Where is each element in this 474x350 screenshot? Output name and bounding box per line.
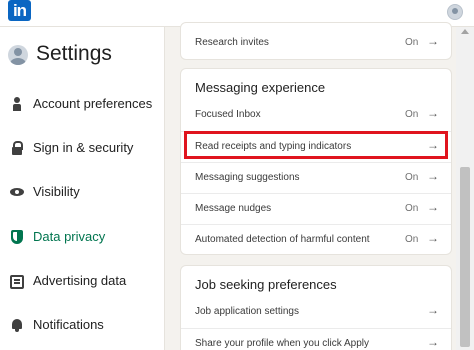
setting-label: Share your profile when you click Apply — [195, 338, 369, 349]
sidebar-item-advertising-data[interactable]: Advertising data — [0, 268, 164, 296]
arrow-right-icon: → — [427, 200, 439, 214]
sidebar-item-label: Sign in & security — [33, 140, 134, 155]
bell-icon — [10, 318, 24, 332]
messaging-experience-card: Messaging experience Focused Inbox On → … — [180, 68, 452, 255]
arrow-right-icon: → — [427, 335, 439, 349]
setting-label: Job application settings — [195, 306, 299, 317]
sidebar-item-sign-in-security[interactable]: Sign in & security — [0, 135, 164, 163]
setting-label: Automated detection of harmful content — [195, 234, 370, 245]
setting-status: On — [405, 203, 419, 214]
setting-label: Focused Inbox — [195, 109, 261, 120]
setting-status: On — [405, 109, 419, 120]
page-title: Settings — [36, 42, 112, 65]
setting-row-message-nudges[interactable]: Message nudges On → — [181, 193, 451, 224]
person-icon — [10, 97, 24, 111]
arrow-right-icon: → — [427, 106, 439, 120]
arrow-right-icon: → — [427, 169, 439, 183]
setting-label: Messaging suggestions — [195, 172, 300, 183]
setting-row-harmful-content-detection[interactable]: Automated detection of harmful content O… — [181, 224, 451, 255]
job-seeking-preferences-card: Job seeking preferences Job application … — [180, 265, 452, 350]
setting-label: Message nudges — [195, 203, 272, 214]
sidebar-item-visibility[interactable]: Visibility — [0, 179, 164, 207]
setting-row-focused-inbox[interactable]: Focused Inbox On → — [181, 100, 451, 131]
section-title: Job seeking preferences — [195, 277, 337, 292]
highlight-box — [184, 131, 448, 159]
linkedin-logo-icon[interactable]: in — [8, 0, 31, 21]
arrow-right-icon: → — [427, 34, 439, 48]
lock-icon — [10, 141, 24, 155]
vertical-scrollbar[interactable] — [456, 27, 474, 350]
settings-sidebar: Settings Account preferences Sign in & s… — [0, 27, 165, 350]
setting-row-job-application-settings[interactable]: Job application settings → — [181, 297, 451, 328]
arrow-right-icon: → — [427, 303, 439, 317]
setting-row-messaging-suggestions[interactable]: Messaging suggestions On → — [181, 162, 451, 193]
scrollbar-thumb[interactable] — [460, 167, 470, 347]
section-title: Messaging experience — [195, 80, 326, 95]
profile-avatar-icon[interactable] — [447, 4, 463, 20]
setting-row-share-profile-on-apply[interactable]: Share your profile when you click Apply … — [181, 328, 451, 350]
setting-row-research-invites[interactable]: Research invites On → — [181, 28, 451, 59]
shield-icon — [10, 230, 24, 244]
setting-status: On — [405, 37, 419, 48]
sidebar-item-data-privacy[interactable]: Data privacy — [0, 224, 164, 252]
arrow-right-icon: → — [427, 231, 439, 245]
sidebar-item-label: Data privacy — [33, 229, 106, 244]
sidebar-item-account-preferences[interactable]: Account preferences — [0, 91, 164, 119]
ad-icon — [10, 274, 24, 289]
setting-label: Research invites — [195, 37, 269, 48]
sidebar-item-label: Notifications — [33, 317, 104, 332]
setting-status: On — [405, 234, 419, 245]
sidebar-item-label: Account preferences — [33, 96, 153, 111]
eye-icon — [10, 185, 24, 199]
avatar — [8, 45, 28, 65]
setting-status: On — [405, 172, 419, 183]
research-settings-card: Research invites On → — [180, 22, 452, 60]
sidebar-item-label: Advertising data — [33, 273, 127, 288]
scroll-up-arrow-icon[interactable] — [461, 29, 469, 34]
sidebar-item-notifications[interactable]: Notifications — [0, 312, 164, 340]
sidebar-item-label: Visibility — [33, 184, 80, 199]
